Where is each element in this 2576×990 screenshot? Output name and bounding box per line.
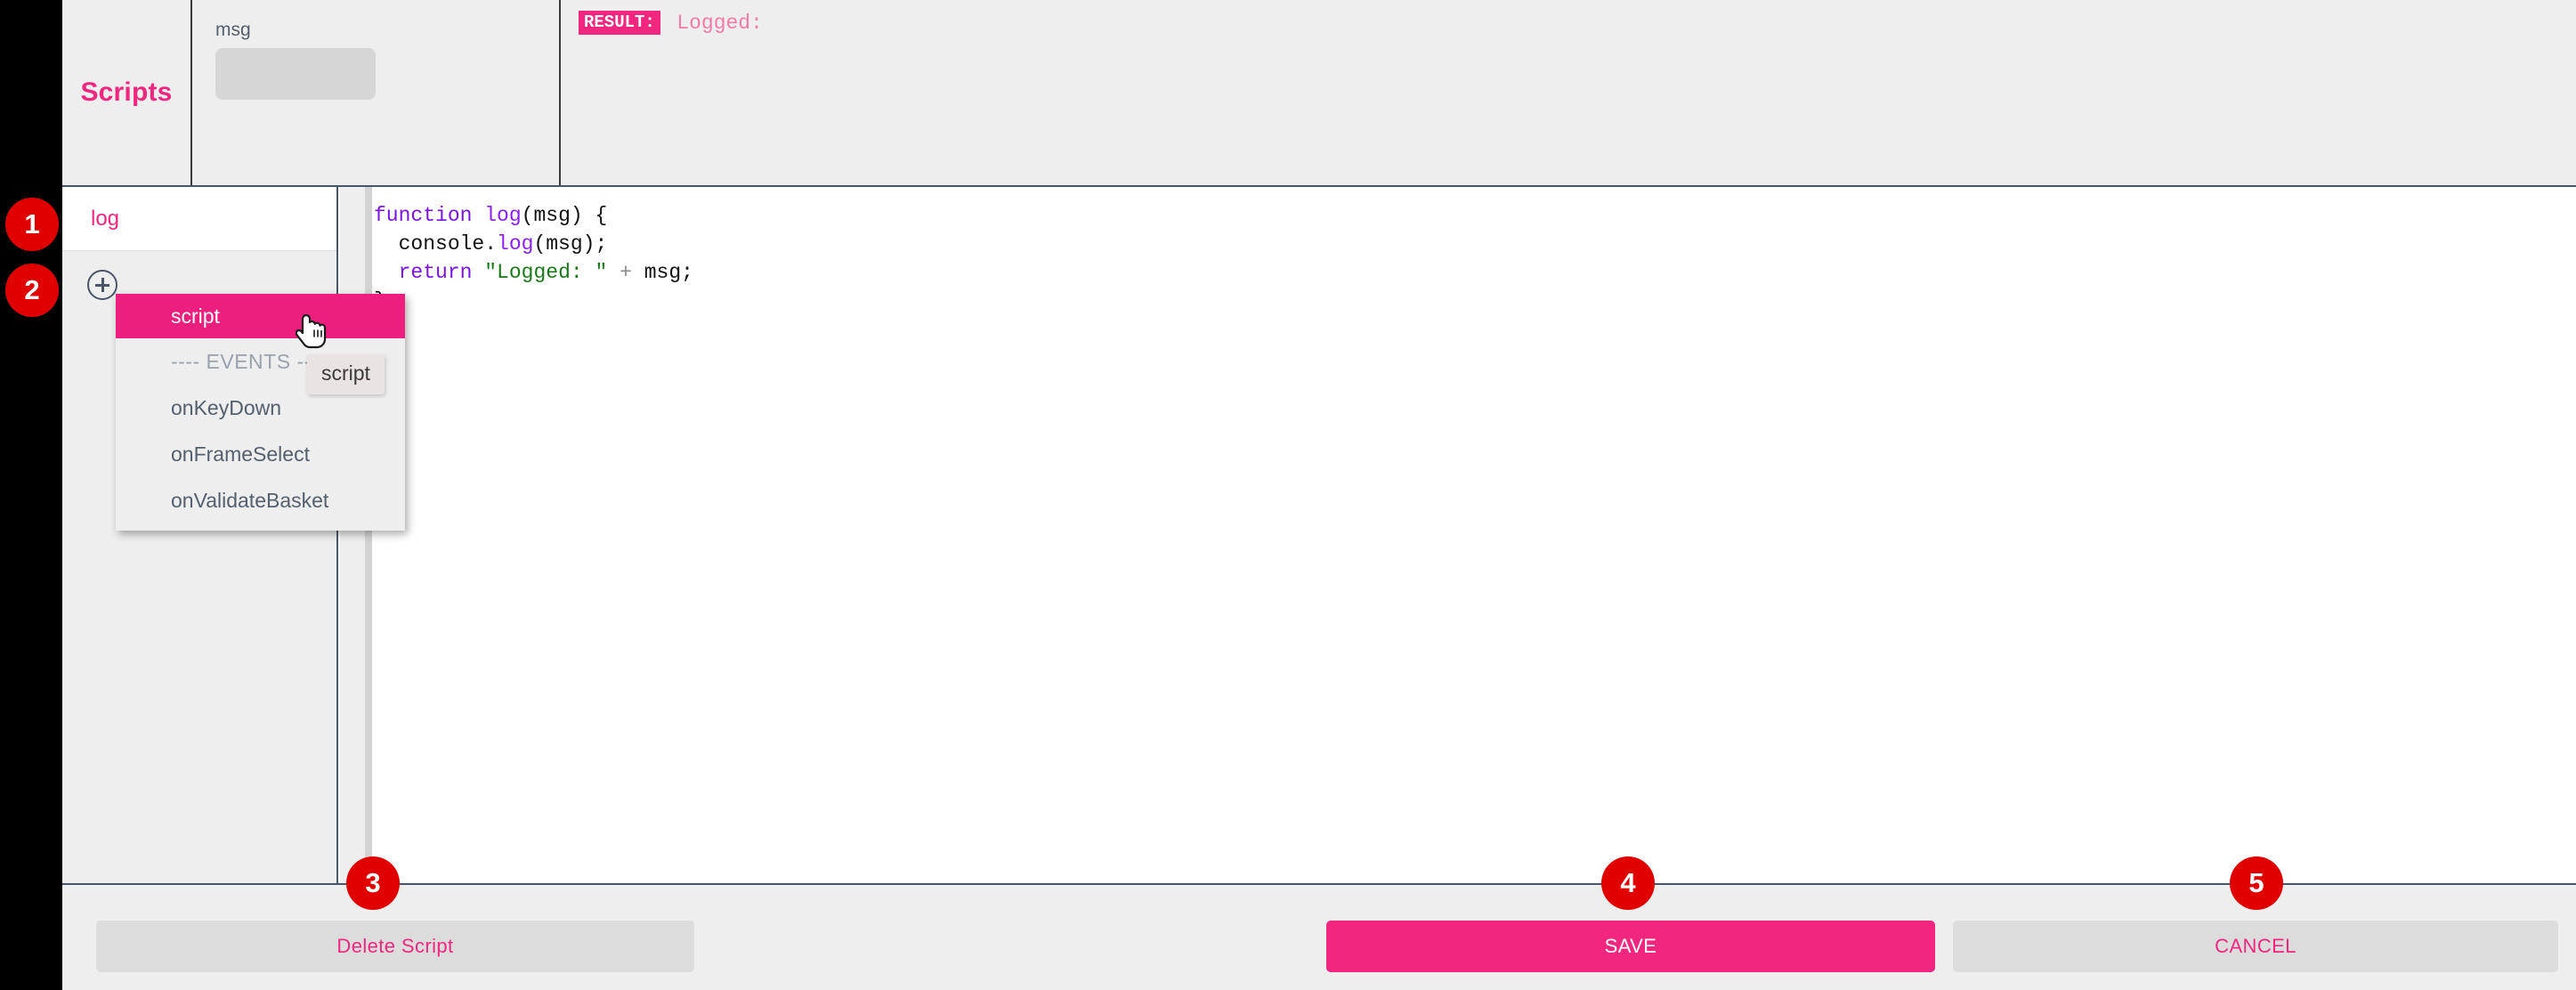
dropdown-item-label: script — [171, 304, 220, 328]
script-item-label: log — [91, 206, 120, 231]
code-line: return "Logged: " + msg; — [372, 258, 2576, 287]
save-button[interactable]: SAVE — [1326, 921, 1935, 972]
code-token: return — [398, 261, 473, 284]
editor-gutter — [340, 187, 365, 883]
dropdown-item-label: onKeyDown — [171, 395, 282, 419]
step-badge-4: 4 — [1601, 856, 1655, 910]
left-rail — [0, 0, 62, 990]
code-token: log — [497, 232, 534, 256]
footer-bar: Delete Script SAVE CANCEL — [62, 883, 2576, 990]
editor-scrollbar[interactable] — [365, 187, 372, 883]
script-type-dropdown[interactable]: script ---- EVENTS ---- onKeyDown onFram… — [116, 294, 405, 531]
code-token: msg; — [631, 261, 693, 284]
scripts-editor-window: Scripts msg RESULT: Logged: log function… — [0, 0, 2576, 990]
code-token: console. — [374, 232, 498, 256]
code-token: "Logged: " — [484, 261, 608, 284]
code-token: log — [484, 204, 522, 227]
script-list-panel: log — [62, 187, 338, 883]
result-value: Logged: — [676, 11, 763, 35]
code-token: (msg); — [533, 232, 608, 256]
code-token: (msg) { — [521, 204, 608, 227]
step-badge-2: 2 — [5, 264, 59, 317]
dropdown-item-script[interactable]: script — [116, 294, 405, 338]
page-title: Scripts — [80, 77, 173, 107]
list-item[interactable]: log — [62, 187, 336, 251]
step-badge-3: 3 — [346, 856, 400, 910]
dropdown-item-onframeselect[interactable]: onFrameSelect — [116, 431, 405, 477]
code-lines: function log(msg) { console.log(msg); re… — [372, 201, 2576, 315]
step-badge-5: 5 — [2230, 856, 2283, 910]
cancel-button[interactable]: CANCEL — [1953, 921, 2558, 972]
code-line: } — [372, 287, 2576, 315]
dropdown-item-label: onValidateBasket — [171, 488, 329, 512]
delete-script-button[interactable]: Delete Script — [96, 921, 694, 972]
code-line: console.log(msg); — [372, 230, 2576, 258]
header-title-cell: Scripts — [62, 0, 192, 185]
dropdown-item-label: onFrameSelect — [171, 442, 310, 466]
header-band: Scripts msg RESULT: Logged: — [62, 0, 2576, 187]
dropdown-separator-label: ---- EVENTS ---- — [171, 349, 327, 373]
plus-circle-icon[interactable] — [87, 270, 117, 300]
param-input-msg[interactable] — [215, 48, 376, 100]
tooltip: script — [307, 354, 385, 394]
code-token: function — [374, 204, 473, 227]
code-line: function log(msg) { — [372, 201, 2576, 230]
code-token: + — [620, 261, 632, 284]
param-label-msg: msg — [215, 20, 251, 40]
step-badge-1: 1 — [5, 198, 59, 251]
dropdown-item-onvalidatebasket[interactable]: onValidateBasket — [116, 477, 405, 523]
result-badge: RESULT: — [579, 11, 660, 35]
code-editor[interactable]: function log(msg) { console.log(msg); re… — [372, 187, 2576, 883]
parameters-panel: msg — [194, 0, 561, 185]
result-panel: RESULT: Logged: — [563, 0, 2576, 185]
